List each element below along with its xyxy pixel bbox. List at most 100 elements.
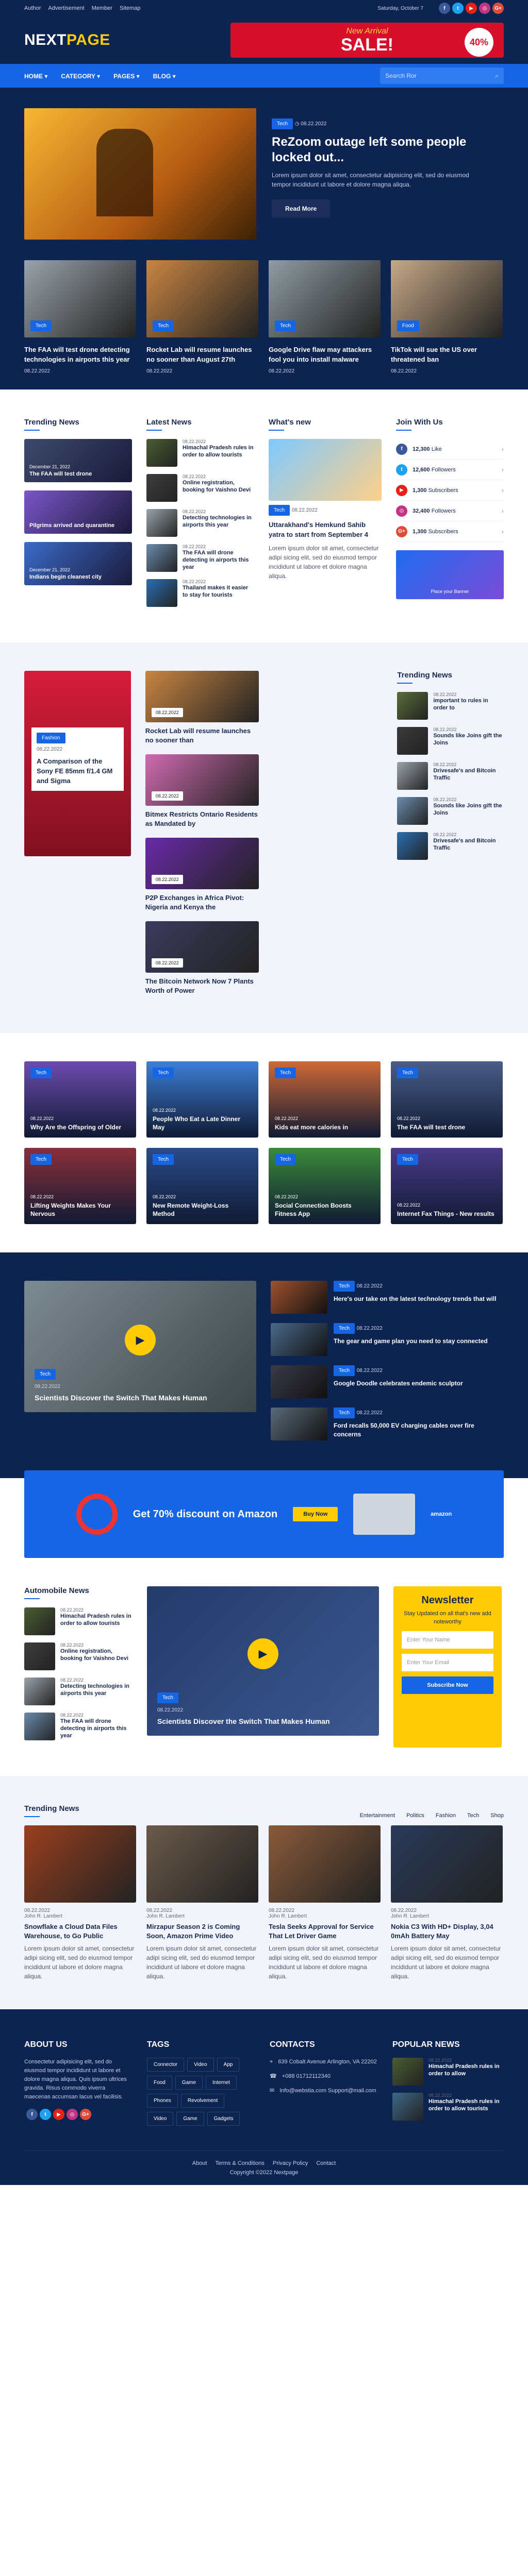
video-main[interactable]: ▶ Tech 08.22.2022 Scientists Discover th… xyxy=(24,1281,256,1412)
video-item-tag[interactable]: Tech xyxy=(334,1281,355,1292)
contact-mail[interactable]: Info@webstia.com Support@mail.com xyxy=(279,2087,376,2095)
tag-chip[interactable]: Gadgets xyxy=(207,2112,240,2126)
subscribe-button[interactable]: Subscribe Now xyxy=(402,1676,493,1694)
card-tag[interactable]: Tech xyxy=(30,320,52,331)
mid-title[interactable]: P2P Exchanges in Africa Pivot: Nigeria a… xyxy=(145,893,259,912)
category-tab[interactable]: Entertainment xyxy=(360,1812,395,1819)
grid-title[interactable]: Kids eat more calories in xyxy=(275,1123,374,1131)
popular-item[interactable]: 08.22.2022 Himachal Pradesh rules in orde… xyxy=(392,2058,501,2086)
mid-title[interactable]: Bitmex Restricts Ontario Residents as Ma… xyxy=(145,810,259,828)
tag-chip[interactable]: Video xyxy=(187,2058,214,2072)
card-tag[interactable]: Tech xyxy=(153,320,174,331)
video-item-title[interactable]: The gear and game plan you need to stay … xyxy=(334,1337,499,1346)
instagram-icon[interactable]: ◎ xyxy=(479,3,490,14)
google-plus-icon[interactable]: G+ xyxy=(492,3,504,14)
grid-card[interactable]: Tech 08.22.2022 Lifting Weights Makes Your… xyxy=(24,1148,136,1224)
tn-title-item[interactable]: Snowflake a Cloud Data Files Warehouse, … xyxy=(24,1922,136,1941)
instagram-icon[interactable]: ◎ xyxy=(67,2109,78,2120)
grid-card[interactable]: Tech 08.22.2022 Internet Fax Things - New … xyxy=(391,1148,503,1224)
hero-title[interactable]: ReZoom outage left some people locked ou… xyxy=(272,134,488,165)
item-title[interactable]: Sounds like Joins gift the Joins xyxy=(433,732,504,747)
item-title[interactable]: Detecting technologies in airports this … xyxy=(183,514,254,529)
promo-banner[interactable]: Get 70% discount on Amazon Buy Now amazo… xyxy=(24,1470,504,1558)
email-input[interactable]: Enter Your Email xyxy=(402,1654,493,1671)
video-item-tag[interactable]: Tech xyxy=(334,1323,355,1334)
video-list-item[interactable]: Tech 08.22.2022 Ford recalls 50,000 EV ch… xyxy=(271,1408,499,1440)
feature-big-card[interactable]: Fashion 08.22.2022 A Comparison of the S… xyxy=(24,671,131,856)
footer-link[interactable]: Contact xyxy=(316,2160,336,2166)
item-title[interactable]: Online registration, booking for Vaishno… xyxy=(183,479,254,494)
item-title[interactable]: important to rules in order to xyxy=(433,697,504,711)
tn-author[interactable]: John R. Lambert xyxy=(146,1913,185,1919)
grid-tag[interactable]: Tech xyxy=(30,1154,52,1165)
card-tag[interactable]: Food xyxy=(397,320,419,331)
trending-news-card[interactable]: 08.22.2022 John R. Lambert Mirzapur Season… xyxy=(146,1825,258,1981)
item-title[interactable]: Drivesafe's and Bitcoin Traffic xyxy=(433,767,504,782)
tag-chip[interactable]: Connector xyxy=(147,2058,185,2072)
grid-card[interactable]: Tech 08.22.2022 Why Are the Offspring of O… xyxy=(24,1061,136,1138)
mid-card[interactable]: 08.22.2022 The Bitcoin Network Now 7 Plan… xyxy=(145,921,259,1005)
tn-title-item[interactable]: Mirzapur Season 2 is Coming Soon, Amazon… xyxy=(146,1922,258,1941)
feature-title[interactable]: A Comparison of the Sony FE 85mm f/1.4 G… xyxy=(37,756,119,786)
video-list-item[interactable]: Tech 08.22.2022 Google Doodle celebrates … xyxy=(271,1365,499,1398)
tn-author[interactable]: John R. Lambert xyxy=(269,1913,307,1919)
footer-link[interactable]: About xyxy=(192,2160,207,2166)
join-row[interactable]: G+ 1,300 Subscribers › xyxy=(396,521,504,542)
trending2-item[interactable]: 08.22.2022 Sounds like Joins gift the Joi… xyxy=(397,797,504,825)
grid-title[interactable]: Lifting Weights Makes Your Nervous xyxy=(30,1201,130,1218)
featured-card[interactable]: Tech The FAA will test drone detecting te… xyxy=(24,260,136,374)
auto-item[interactable]: 08.22.2022 Himachal Pradesh rules in orde… xyxy=(24,1607,133,1635)
join-row[interactable]: ▶ 1,300 Subscribers › xyxy=(396,480,504,501)
whatsnew-headline[interactable]: Uttarakhand's Hemkund Sahib yatra to sta… xyxy=(269,520,382,539)
place-banner[interactable]: Place your Banner xyxy=(396,550,504,599)
grid-title[interactable]: People Who Eat a Late Dinner May xyxy=(153,1115,252,1131)
tag-chip[interactable]: Revolvement xyxy=(180,2094,225,2108)
item-title[interactable]: Detecting technologies in airports this … xyxy=(60,1683,133,1697)
grid-title[interactable]: New Remote Weight-Loss Method xyxy=(153,1201,252,1218)
grid-tag[interactable]: Tech xyxy=(153,1067,174,1078)
search-input[interactable]: Search Ror ⌕ xyxy=(380,67,504,84)
grid-tag[interactable]: Tech xyxy=(30,1067,52,1078)
menu-item[interactable]: HOME ▾ xyxy=(24,73,47,80)
grid-card[interactable]: Tech 08.22.2022 Kids eat more calories in xyxy=(269,1061,381,1138)
tn-author[interactable]: John R. Lambert xyxy=(391,1913,429,1919)
tag-chip[interactable]: Internet xyxy=(206,2076,237,2090)
play-icon-2[interactable]: ▶ xyxy=(248,1638,278,1669)
top-link[interactable]: Author xyxy=(24,5,41,11)
mid-card[interactable]: 08.22.2022 P2P Exchanges in Africa Pivot:… xyxy=(145,838,259,921)
mid-card[interactable]: 08.22.2022 Bitmex Restricts Ontario Resid… xyxy=(145,754,259,838)
tn-title-item[interactable]: Nokia C3 With HD+ Display, 3,04 0mAh Bat… xyxy=(391,1922,503,1941)
read-more-button[interactable]: Read More xyxy=(272,199,331,218)
name-input[interactable]: Enter Your Name xyxy=(402,1631,493,1649)
auto-item[interactable]: 08.22.2022 Online registration, booking f… xyxy=(24,1642,133,1670)
top-link[interactable]: Member xyxy=(92,5,112,11)
trending-news-card[interactable]: 08.22.2022 John R. Lambert Nokia C3 With H… xyxy=(391,1825,503,1981)
trending-item[interactable]: Pilgrims arrived and quarantine xyxy=(24,490,133,534)
item-title[interactable]: Himachal Pradesh rules in order to allow xyxy=(428,2063,501,2077)
grid-tag[interactable]: Tech xyxy=(275,1154,296,1165)
auto-item[interactable]: 08.22.2022 The FAA will drone detecting i… xyxy=(24,1713,133,1740)
grid-tag[interactable]: Tech xyxy=(397,1067,419,1078)
mid-card[interactable]: 08.22.2022 Rocket Lab will resume launche… xyxy=(145,671,259,754)
latest-item[interactable]: 08.22.2022 The FAA will drone detecting i… xyxy=(146,544,254,572)
menu-item[interactable]: BLOG ▾ xyxy=(153,73,176,80)
join-row[interactable]: ◎ 32,400 Followers › xyxy=(396,501,504,521)
join-row[interactable]: t 12,600 Followers › xyxy=(396,460,504,480)
grid-card[interactable]: Tech 08.22.2022 Social Connection Boosts F… xyxy=(269,1148,381,1224)
menu-item[interactable]: PAGES ▾ xyxy=(113,73,139,80)
hero-image[interactable] xyxy=(24,108,256,240)
trending2-item[interactable]: 08.22.2022 Drivesafe's and Bitcoin Traffi… xyxy=(397,762,504,790)
card-title[interactable]: The FAA will test drone detecting techno… xyxy=(24,345,136,364)
join-row[interactable]: f 12,300 Like › xyxy=(396,439,504,460)
video-item-title[interactable]: Ford recalls 50,000 EV charging cables o… xyxy=(334,1421,499,1439)
buy-now-button[interactable]: Buy Now xyxy=(293,1507,338,1521)
grid-tag[interactable]: Tech xyxy=(275,1067,296,1078)
card-title[interactable]: Google Drive flaw may attackers fool you… xyxy=(269,345,381,364)
tag-chip[interactable]: Game xyxy=(175,2076,203,2090)
menu-item[interactable]: CATEGORY ▾ xyxy=(61,73,100,80)
auto-video[interactable]: ▶ Tech 08.22.2022 Scientists Discover th… xyxy=(147,1586,379,1736)
video-item-tag[interactable]: Tech xyxy=(334,1365,355,1376)
auto-item[interactable]: 08.22.2022 Detecting technologies in airp… xyxy=(24,1677,133,1705)
featured-card[interactable]: Tech Google Drive flaw may attackers fool… xyxy=(269,260,381,374)
card-tag[interactable]: Tech xyxy=(275,320,296,331)
